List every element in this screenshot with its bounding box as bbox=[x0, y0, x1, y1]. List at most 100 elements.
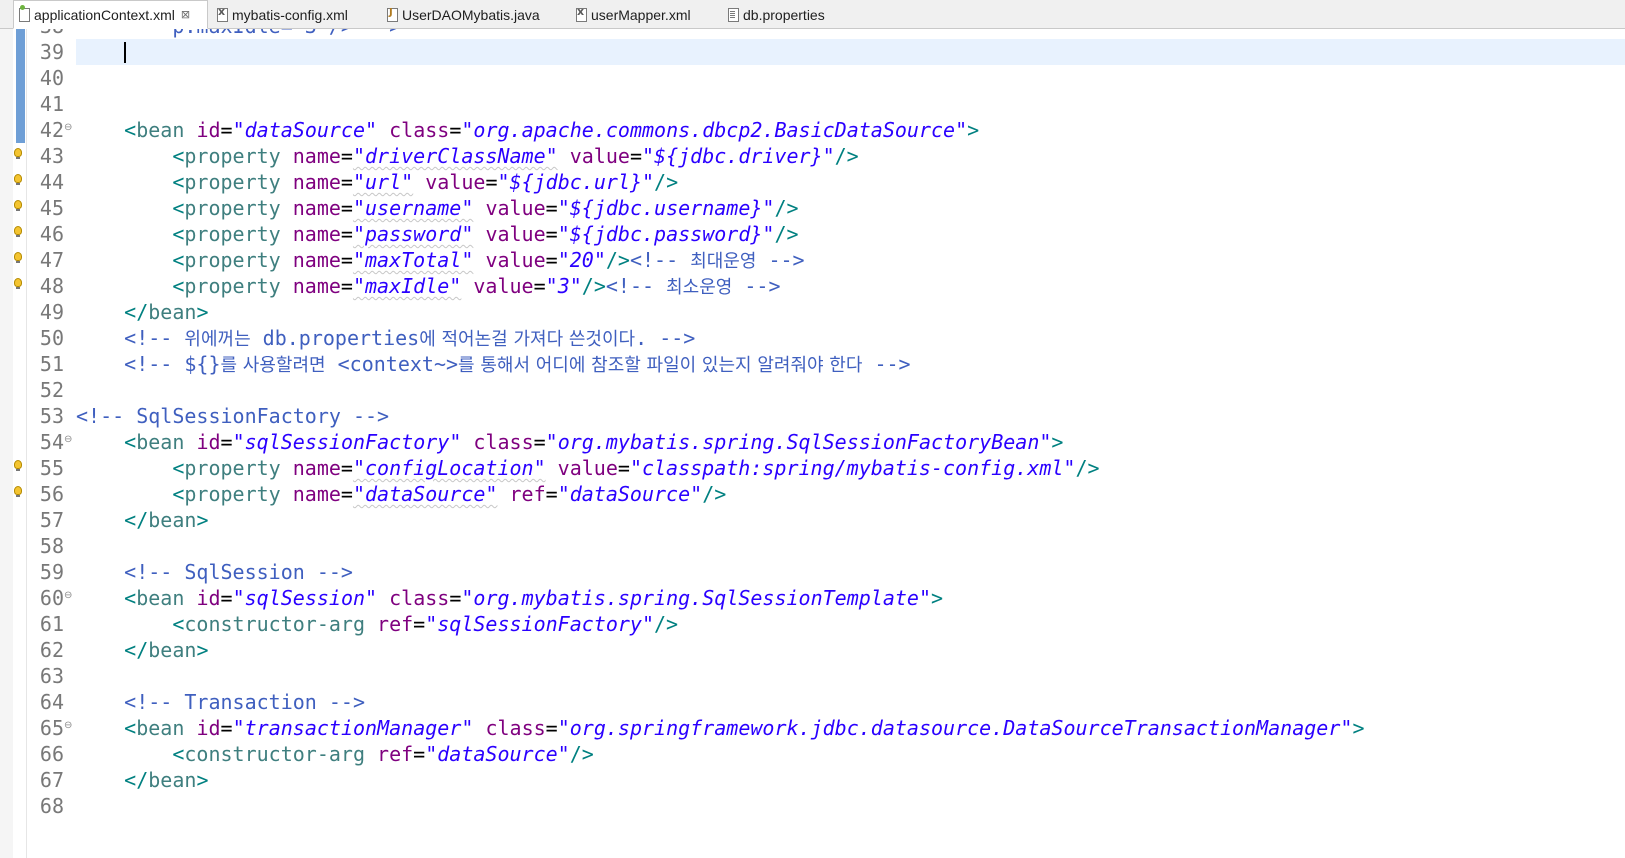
lightbulb-warning-icon[interactable] bbox=[14, 278, 22, 289]
code-line-38[interactable]: 38 p:maxIdle="3"/> --> bbox=[0, 29, 1625, 39]
tab-usermapper-xml[interactable]: userMapper.xml bbox=[575, 1, 710, 28]
close-tab-icon[interactable]: ⊠ bbox=[181, 8, 190, 21]
code-text: </bean> bbox=[76, 299, 208, 325]
code-line-41[interactable]: 41 bbox=[0, 91, 1625, 117]
code-token: "20" bbox=[557, 248, 606, 272]
line-number: 60 bbox=[39, 586, 64, 610]
code-line-55[interactable]: 55 <property name="configLocation" value… bbox=[0, 455, 1625, 481]
code-line-56[interactable]: 56 <property name="dataSource" ref="data… bbox=[0, 481, 1625, 507]
fold-toggle-icon[interactable]: ⊖ bbox=[64, 117, 72, 139]
code-token: 에 적어논걸 가져다 쓴것이다 bbox=[419, 329, 636, 350]
line-number: 51 bbox=[39, 352, 64, 376]
code-token: = bbox=[545, 222, 558, 246]
code-token: > bbox=[931, 586, 944, 610]
fold-toggle-icon[interactable]: ⊖ bbox=[64, 715, 72, 737]
lightbulb-warning-icon[interactable] bbox=[14, 252, 22, 263]
lightbulb-warning-icon[interactable] bbox=[14, 486, 22, 497]
code-line-43[interactable]: 43 <property name="driverClassName" valu… bbox=[0, 143, 1625, 169]
lightbulb-warning-icon[interactable] bbox=[14, 226, 22, 237]
code-text: <property name="maxTotal" value="20"/><!… bbox=[76, 247, 804, 275]
tab-applicationcontext-xml[interactable]: applicationContext.xml ⊠ bbox=[13, 0, 208, 29]
code-token: id bbox=[196, 118, 221, 142]
code-token: "sqlSessionFactory" bbox=[425, 612, 654, 636]
code-token: < bbox=[172, 196, 185, 220]
code-token: </ bbox=[124, 768, 149, 792]
line-number: 54 bbox=[39, 430, 64, 454]
code-token: "${jdbc.password}" bbox=[557, 222, 775, 246]
code-token: --> bbox=[732, 274, 781, 298]
code-text: <property name="dataSource" ref="dataSou… bbox=[76, 481, 726, 507]
code-text: <property name="password" value="${jdbc.… bbox=[76, 221, 798, 247]
lightbulb-warning-icon[interactable] bbox=[14, 148, 22, 159]
code-line-61[interactable]: 61 <constructor-arg ref="sqlSessionFacto… bbox=[0, 611, 1625, 637]
code-token: = bbox=[220, 430, 233, 454]
code-token: < bbox=[172, 612, 185, 636]
code-text: <constructor-arg ref="dataSource"/> bbox=[76, 741, 593, 767]
code-line-48[interactable]: 48 <property name="maxIdle" value="3"/><… bbox=[0, 273, 1625, 299]
code-line-63[interactable]: 63 bbox=[0, 663, 1625, 689]
lightbulb-warning-icon[interactable] bbox=[14, 460, 22, 471]
code-line-62[interactable]: 62 </bean> bbox=[0, 637, 1625, 663]
xml-editor[interactable]: 38 p:maxIdle="3"/> -->39404142⊖ <bean id… bbox=[0, 29, 1625, 858]
tab-mybatis-config-xml[interactable]: mybatis-config.xml bbox=[216, 1, 366, 28]
tab-userdaomybatis-java[interactable]: UserDAOMybatis.java bbox=[386, 1, 556, 28]
code-token: /> bbox=[834, 144, 859, 168]
code-line-64[interactable]: 64 <!-- Transaction --> bbox=[0, 689, 1625, 715]
java-file-icon bbox=[386, 7, 398, 22]
code-token: name bbox=[292, 274, 341, 298]
code-line-58[interactable]: 58 bbox=[0, 533, 1625, 559]
code-line-59[interactable]: 59 <!-- SqlSession --> bbox=[0, 559, 1625, 585]
code-line-66[interactable]: 66 <constructor-arg ref="dataSource"/> bbox=[0, 741, 1625, 767]
code-lines[interactable]: 38 p:maxIdle="3"/> -->39404142⊖ <bean id… bbox=[0, 29, 1625, 819]
code-line-44[interactable]: 44 <property name="url" value="${jdbc.ur… bbox=[0, 169, 1625, 195]
tab-db-properties[interactable]: db.properties bbox=[727, 1, 842, 28]
code-line-60[interactable]: 60 ⊖ <bean id="sqlSession" class="org.myb… bbox=[0, 585, 1625, 611]
fold-toggle-icon[interactable]: ⊖ bbox=[64, 429, 72, 451]
line-number: 59 bbox=[39, 560, 64, 584]
code-line-57[interactable]: 57 </bean> bbox=[0, 507, 1625, 533]
code-token: value bbox=[557, 456, 618, 480]
code-line-53[interactable]: 53 <!-- SqlSessionFactory --> bbox=[0, 403, 1625, 429]
line-number: 61 bbox=[39, 612, 64, 636]
code-token: < bbox=[172, 456, 185, 480]
code-line-39[interactable]: 39 bbox=[0, 39, 1625, 65]
code-token: "dataSource" bbox=[557, 482, 703, 506]
code-line-49[interactable]: 49 </bean> bbox=[0, 299, 1625, 325]
code-line-68[interactable]: 68 bbox=[0, 793, 1625, 819]
code-line-42[interactable]: 42 ⊖ <bean id="dataSource" class="org.apa… bbox=[0, 117, 1625, 143]
code-line-50[interactable]: 50 <!-- 위에꺼는 db.properties에 적어논걸 가져다 쓴것이… bbox=[0, 325, 1625, 351]
line-number: 57 bbox=[39, 508, 64, 532]
code-token: bean bbox=[148, 638, 197, 662]
code-line-40[interactable]: 40 bbox=[0, 65, 1625, 91]
code-line-65[interactable]: 65 ⊖ <bean id="transactionManager" class=… bbox=[0, 715, 1625, 741]
code-line-52[interactable]: 52 bbox=[0, 377, 1625, 403]
code-token: --> bbox=[862, 352, 911, 376]
lightbulb-warning-icon[interactable] bbox=[14, 200, 22, 211]
code-token: <!-- bbox=[124, 326, 185, 350]
code-line-47[interactable]: 47 <property name="maxTotal" value="20"/… bbox=[0, 247, 1625, 273]
code-token: > bbox=[196, 508, 209, 532]
code-line-45[interactable]: 45 <property name="username" value="${jd… bbox=[0, 195, 1625, 221]
code-line-54[interactable]: 54 ⊖ <bean id="sqlSessionFactory" class="… bbox=[0, 429, 1625, 455]
fold-toggle-icon[interactable]: ⊖ bbox=[64, 585, 72, 607]
code-token: name bbox=[292, 222, 341, 246]
code-token: name bbox=[292, 482, 341, 506]
code-line-46[interactable]: 46 <property name="password" value="${jd… bbox=[0, 221, 1625, 247]
code-text: <bean id="dataSource" class="org.apache.… bbox=[76, 117, 979, 143]
code-line-51[interactable]: 51 <!-- ${}를 사용할려면 <context~>를 통해서 어디에 참… bbox=[0, 351, 1625, 377]
lightbulb-warning-icon[interactable] bbox=[14, 174, 22, 185]
code-line-67[interactable]: 67 </bean> bbox=[0, 767, 1625, 793]
